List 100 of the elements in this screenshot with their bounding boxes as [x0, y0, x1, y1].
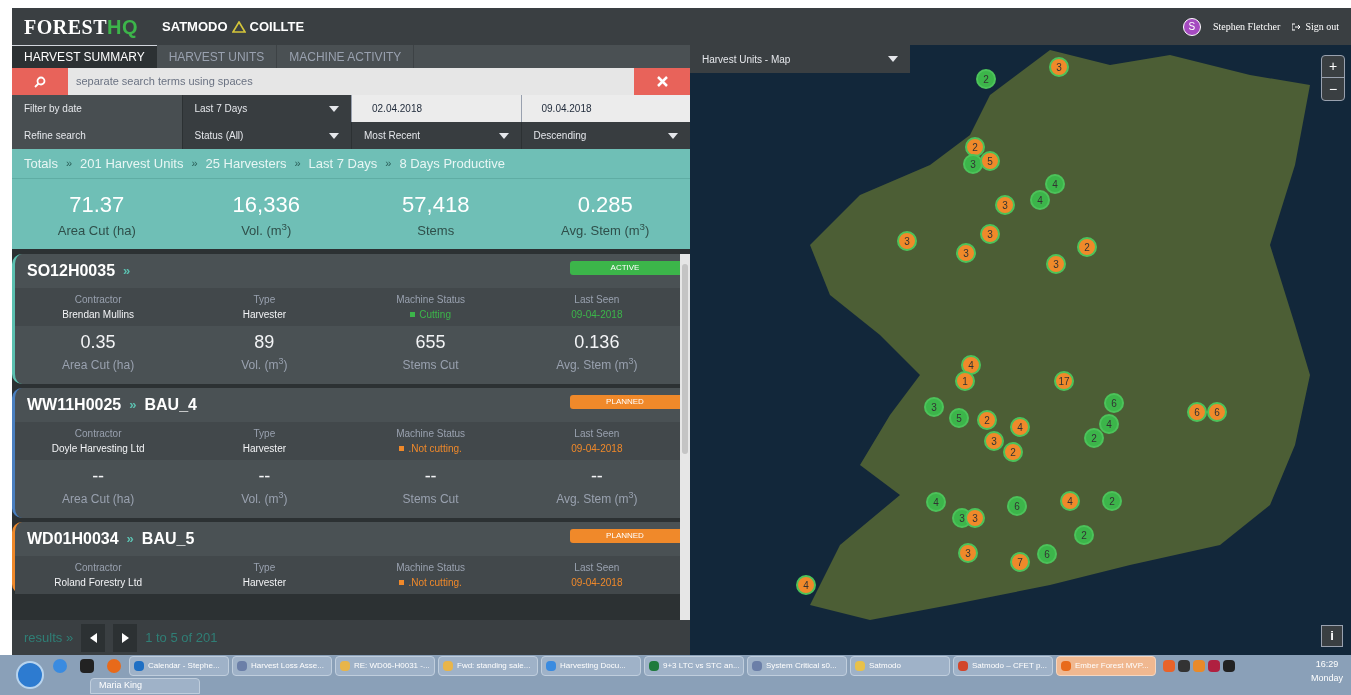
start-button[interactable]: [16, 661, 44, 689]
filter-label: Refine search: [12, 122, 182, 149]
field-value: Harvester: [242, 308, 287, 322]
stat-value: 0.136: [574, 330, 620, 354]
partner-name: COILLTE: [249, 17, 305, 36]
separator: »: [126, 530, 134, 549]
results-label: results »: [24, 628, 74, 647]
cluster-marker[interactable]: 3: [965, 508, 985, 528]
caret-icon: [498, 132, 509, 139]
stat-label: Avg. Stem (m$^{3}$): [556, 489, 638, 508]
date-field[interactable]: 02.04.2018: [351, 95, 521, 122]
unit-code: SO12H0035: [27, 261, 116, 281]
block-name: BAU_5: [141, 529, 195, 549]
filter-dropdown[interactable]: Descending: [520, 122, 690, 149]
stat-value: 89: [254, 330, 275, 354]
cluster-marker[interactable]: 4: [796, 575, 816, 595]
field-label: Type: [253, 561, 276, 575]
harvest-unit-card[interactable]: SO12H0035 » ACTIVE Contractor Brendan Mullins Type Harvester Machine Status Cutting Last Seen 09-04-2018 0.35 Area Cut (ha) 89 Vol. (m$^{3}$) 655 Stems Cut 0.136 Avg. Stem (m$^{3}$): [12, 254, 680, 384]
zoom-in-button[interactable]: +: [1322, 56, 1344, 78]
nav-tab[interactable]: HARVEST SUMMARY: [12, 45, 157, 68]
stat-label: Area Cut (ha): [57, 221, 136, 240]
stat-label: Avg. Stem (m$^{3}$): [561, 220, 650, 240]
harvest-unit-card[interactable]: WD01H0034 » BAU_5 PLANNED Contractor Roland Forestry Ltd Type Harvester Machine Status .Not cutting. Last Seen 09-04-2018: [12, 522, 680, 594]
field-label: Type: [253, 427, 276, 441]
field-label: Contractor: [74, 293, 122, 307]
field-label: Machine Status: [396, 427, 466, 441]
status-badge: PLANNED: [570, 529, 680, 543]
filter-dropdown[interactable]: Status (All): [181, 122, 351, 149]
separator: »: [191, 156, 198, 172]
info-button[interactable]: i: [1321, 625, 1343, 647]
field-label: Last Seen: [574, 561, 620, 575]
stat-label: Stems Cut: [402, 490, 459, 508]
field-label: Last Seen: [574, 293, 620, 307]
stat-label: Stems Cut: [402, 356, 459, 374]
stat-label: Vol. (m$^{3}$): [241, 355, 288, 374]
filter-dropdown[interactable]: Last 7 Days: [181, 95, 351, 122]
satellite-map[interactable]: Harvest Units - Map + − 2 3 2 3 5 3 4 4 3 3 3 3 2 4 1 17 3 5 2 4 3 2 6 4 2 6 6 4 3 3 6 4 2 2 3 7 6 4 i: [690, 45, 1351, 655]
filter-dropdown[interactable]: Most Recent: [351, 122, 521, 149]
breadcrumb-item: Totals: [24, 154, 58, 173]
cluster-marker[interactable]: 2: [976, 69, 996, 89]
breadcrumb-item: 8 Days Productive: [399, 154, 505, 173]
field-label: Contractor: [74, 561, 122, 575]
sign-out-link[interactable]: Sign out: [1292, 19, 1339, 34]
search-icon: [34, 75, 46, 88]
field-value: Roland Forestry Ltd: [54, 576, 143, 590]
layer-dropdown[interactable]: Harvest Units - Map: [690, 45, 910, 73]
page-range: 1 to 5 of 201: [145, 628, 218, 647]
field-value: Cutting: [419, 308, 451, 322]
app-icon: [134, 661, 144, 671]
harvest-unit-card[interactable]: WW11H0025 » BAU_4 PLANNED Contractor Doyle Harvesting Ltd Type Harvester Machine Status .Not cutting. Last Seen 09-04-2018 -- Area Cut (ha) -- Vol. (m$^{3}$) -- Stems Cut -- Avg. Stem (m$^{3}$): [12, 388, 680, 518]
tray-icon[interactable]: [1223, 660, 1235, 672]
stat-value: 0.285: [577, 190, 633, 219]
search-button[interactable]: [12, 68, 68, 95]
field-value: .Not cutting.: [408, 576, 462, 590]
field-label: Machine Status: [396, 561, 466, 575]
date-field[interactable]: 09.04.2018: [520, 95, 690, 122]
stat-value: --: [590, 464, 603, 488]
filter-label: Filter by date: [12, 95, 182, 122]
app-icon: [958, 661, 968, 671]
breadcrumb-item: 25 Harvesters: [205, 154, 287, 173]
block-name: BAU_4: [144, 395, 197, 415]
previous-page-button[interactable]: [81, 623, 106, 652]
app-logo: FORESTHQ: [24, 14, 139, 40]
separator: »: [294, 156, 301, 172]
clear-button[interactable]: [634, 68, 690, 95]
stat-label: Area Cut (ha): [62, 490, 135, 508]
status-badge: ACTIVE: [570, 261, 680, 275]
app-icon: [443, 661, 453, 671]
zoom-out-button[interactable]: −: [1322, 78, 1344, 100]
stat-value: --: [424, 464, 437, 488]
app-icon: [340, 661, 350, 671]
breadcrumb-item: 201 Harvest Units: [80, 154, 184, 173]
scrollbar[interactable]: [680, 254, 690, 620]
stat-label: Stems: [417, 221, 455, 240]
search-field[interactable]: separate search terms using spaces: [68, 68, 634, 95]
caret-icon: [329, 105, 339, 112]
next-page-button[interactable]: [113, 623, 138, 652]
field-value: Brendan Mullins: [62, 308, 134, 322]
stat-label: Area Cut (ha): [62, 356, 135, 374]
stat-value: 655: [415, 330, 446, 354]
cluster-marker[interactable]: 5: [980, 151, 1000, 171]
stat-value: 57,418: [402, 190, 470, 219]
unit-code: WD01H0034: [27, 529, 119, 549]
field-value: 09-04-2018: [571, 308, 623, 322]
app-icon: [1061, 661, 1071, 671]
stat-value: 16,336: [232, 190, 300, 219]
user-avatar[interactable]: S: [1182, 17, 1201, 36]
clock-day: Monday: [1310, 671, 1343, 685]
stat-label: Avg. Stem (m$^{3}$): [556, 355, 638, 374]
app-icon: [855, 661, 865, 671]
stat-value: --: [92, 464, 105, 488]
tray-icon[interactable]: [1178, 660, 1190, 672]
separator: »: [123, 262, 131, 281]
caret-icon: [668, 132, 678, 139]
field-value: 09-04-2018: [571, 442, 623, 456]
caret-icon: [329, 132, 339, 139]
stat-label: Vol. (m$^{3}$): [241, 220, 292, 240]
app-icon: [237, 661, 247, 671]
stat-value: 71.37: [69, 190, 125, 219]
stat-label: Vol. (m$^{3}$): [241, 489, 288, 508]
